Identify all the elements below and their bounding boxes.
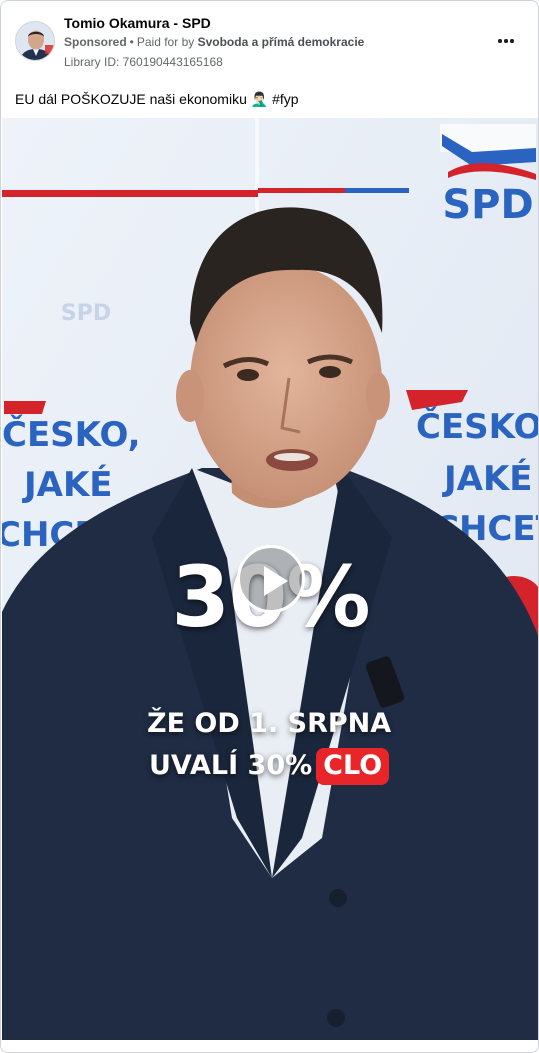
play-icon[interactable]	[237, 545, 305, 613]
card-footer-strip	[1, 1040, 538, 1052]
overlay-line-2: UVALÍ 30% CLO	[149, 748, 390, 785]
paid-for-prefix: Paid for by	[136, 35, 195, 49]
sponsored-label: Sponsored	[64, 35, 127, 49]
post-header: Tomio Okamura - SPD Sponsored • Paid for b…	[1, 1, 538, 81]
more-horizontal-icon[interactable]	[496, 31, 516, 51]
svg-text:JAKÉ: JAKÉ	[22, 464, 113, 505]
faded-spd-logo: SPD	[61, 301, 111, 326]
spd-logo-text: SPD	[442, 182, 533, 228]
svg-text:ČESKO,: ČESKO,	[2, 414, 141, 455]
sponsored-info: Sponsored • Paid for by Svoboda a přímá de…	[64, 35, 365, 49]
ad-card: Tomio Okamura - SPD Sponsored • Paid for b…	[0, 0, 539, 1053]
library-id: Library ID: 760190443165168	[64, 55, 223, 69]
page-name[interactable]: Tomio Okamura - SPD	[64, 15, 211, 31]
overlay-line-2-prefix: UVALÍ 30%	[149, 750, 313, 781]
payer-name[interactable]: Svoboda a přímá demokracie	[198, 35, 365, 49]
svg-text:ČESKO: ČESKO	[416, 406, 539, 447]
post-caption: EU dál POŠKOZUJE naši ekonomiku 🤦🏻‍♂️ #f…	[15, 91, 299, 107]
page-avatar[interactable]	[15, 21, 55, 61]
overlay-line-1: ŽE OD 1. SRPNA	[147, 708, 392, 739]
svg-text:JAKÉ: JAKÉ	[442, 458, 533, 499]
video-player[interactable]: SPD SPD ČESKO, JAKÉ CHCE ČESKO JAKÉ CHCE…	[2, 118, 539, 1040]
clo-badge: CLO	[316, 748, 390, 785]
